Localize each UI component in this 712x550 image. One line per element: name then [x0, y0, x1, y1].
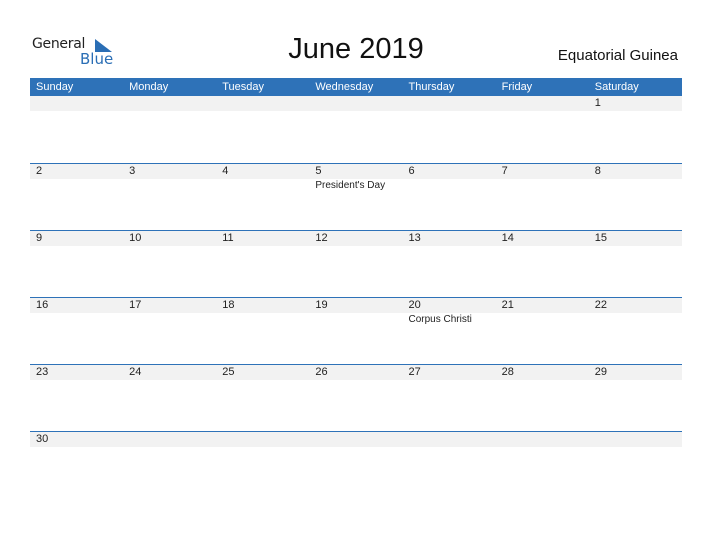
date-number-row: 16 17 18 19 20 21 22	[30, 298, 682, 313]
holiday-label	[403, 179, 496, 193]
weekday-monday: Monday	[129, 81, 169, 93]
weekday-friday: Friday	[501, 81, 533, 93]
date-number-row: 2 3 4 5 6 7 8	[30, 164, 682, 179]
day-number: 27	[408, 366, 421, 378]
weekday-header: Sunday Monday Tuesday Wednesday Thursday…	[30, 78, 682, 96]
holiday-label	[123, 179, 216, 193]
day-number: 7	[501, 165, 508, 177]
day-number: 10	[129, 232, 142, 244]
day-number: 17	[129, 299, 142, 311]
day-number	[496, 432, 589, 447]
holiday-label	[216, 313, 309, 327]
day-number: 2	[36, 165, 43, 177]
weekday-saturday: Saturday	[594, 81, 639, 93]
day-number	[496, 96, 589, 111]
day-number	[403, 432, 496, 447]
weekday-thursday: Thursday	[408, 81, 455, 93]
holiday-label	[30, 179, 123, 193]
day-number: 20	[408, 299, 421, 311]
day-number: 18	[222, 299, 235, 311]
day-number: 5	[315, 165, 322, 177]
calendar-grid: Sunday Monday Tuesday Wednesday Thursday…	[30, 78, 682, 498]
week-row: 30	[30, 431, 682, 498]
holiday-label	[216, 179, 309, 193]
holiday-label	[30, 313, 123, 327]
day-number: 19	[315, 299, 328, 311]
day-number: 30	[36, 433, 49, 445]
day-number: 15	[594, 232, 607, 244]
holiday-label	[589, 313, 682, 327]
day-number: 28	[501, 366, 514, 378]
week-row: 2 3 4 5 6 7 8 President's Day	[30, 163, 682, 230]
week-row: 23 24 25 26 27 28 29	[30, 364, 682, 431]
day-number	[589, 432, 682, 447]
day-number: 1	[594, 97, 601, 109]
date-number-row: 23 24 25 26 27 28 29	[30, 365, 682, 380]
weekday-tuesday: Tuesday	[222, 81, 265, 93]
day-number	[309, 96, 402, 111]
day-number	[216, 432, 309, 447]
event-row: President's Day	[30, 179, 682, 193]
day-number: 23	[36, 366, 49, 378]
day-number: 11	[222, 232, 234, 244]
holiday-label	[123, 313, 216, 327]
day-number: 26	[315, 366, 328, 378]
holiday-label: Corpus Christi	[408, 314, 472, 325]
day-number: 4	[222, 165, 229, 177]
day-number: 29	[594, 366, 607, 378]
holiday-label	[496, 179, 589, 193]
day-number: 16	[36, 299, 49, 311]
holiday-label	[309, 313, 402, 327]
day-number: 13	[408, 232, 421, 244]
day-number: 3	[129, 165, 136, 177]
day-number: 12	[315, 232, 328, 244]
day-number: 24	[129, 366, 142, 378]
day-number: 8	[594, 165, 601, 177]
holiday-label: President's Day	[315, 180, 386, 191]
day-number: 25	[222, 366, 235, 378]
event-row: Corpus Christi	[30, 313, 682, 327]
day-number	[309, 432, 402, 447]
date-number-row: 30	[30, 432, 682, 447]
country-label: Equatorial Guinea	[557, 47, 678, 64]
weekday-wednesday: Wednesday	[315, 81, 374, 93]
day-number	[123, 432, 216, 447]
weekday-sunday: Sunday	[36, 81, 74, 93]
day-number: 14	[501, 232, 514, 244]
date-number-row: 1	[30, 96, 682, 111]
day-number	[123, 96, 216, 111]
week-row: 1	[30, 96, 682, 163]
holiday-label	[589, 179, 682, 193]
day-number: 22	[594, 299, 607, 311]
holiday-label	[496, 313, 589, 327]
day-number: 9	[36, 232, 43, 244]
day-number	[30, 96, 123, 111]
week-row: 16 17 18 19 20 21 22 Corpus Christi	[30, 297, 682, 364]
date-number-row: 9 10 11 12 13 14 15	[30, 231, 682, 246]
day-number	[403, 96, 496, 111]
day-number: 21	[501, 299, 514, 311]
day-number: 6	[408, 165, 415, 177]
week-row: 9 10 11 12 13 14 15	[30, 230, 682, 297]
weeks-container: 1 2 3 4 5 6 7 8 President's Day 9 10 11 12 13 14 15 16 17…	[30, 96, 682, 498]
day-number	[216, 96, 309, 111]
